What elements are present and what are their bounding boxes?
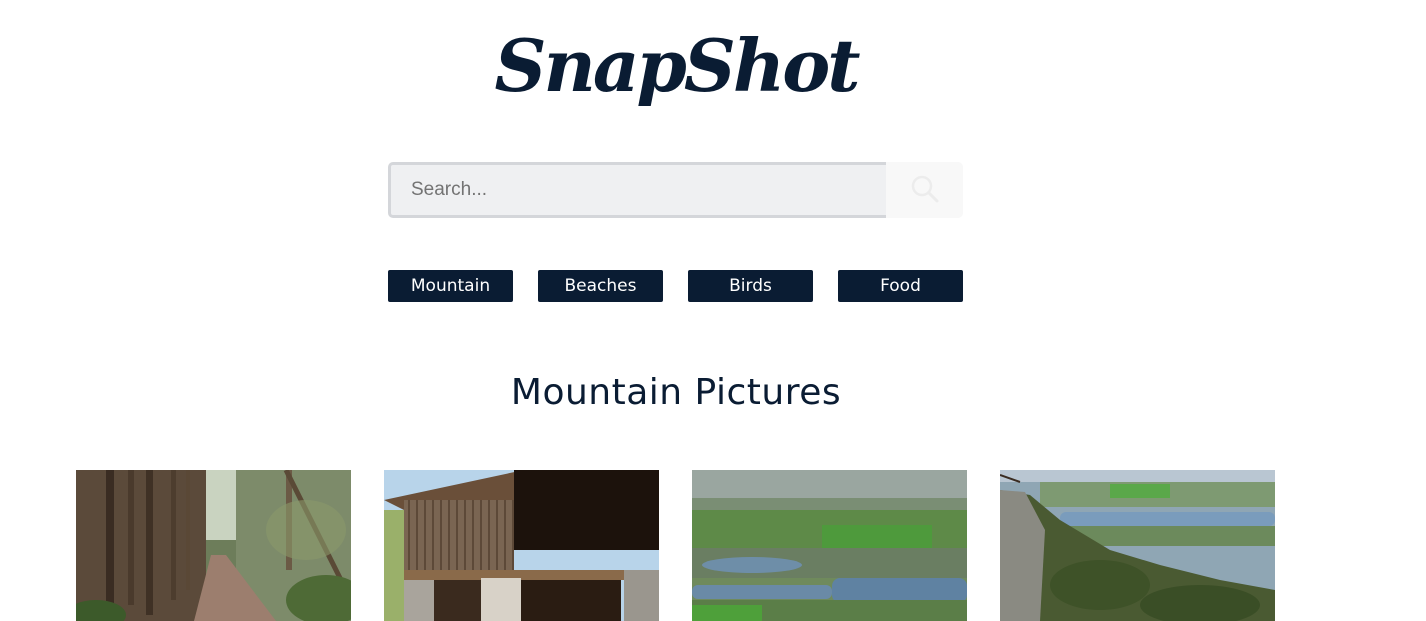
gallery-photo[interactable] bbox=[692, 470, 967, 621]
gallery-photo[interactable] bbox=[384, 470, 659, 621]
search-button[interactable] bbox=[886, 162, 963, 218]
search-input[interactable] bbox=[388, 162, 886, 218]
gallery-photo[interactable] bbox=[1000, 470, 1275, 621]
valley-lakes-image bbox=[692, 470, 967, 621]
wooden-barn-image bbox=[384, 470, 659, 621]
search-icon bbox=[910, 174, 940, 207]
search-bar bbox=[388, 162, 963, 218]
photo-gallery bbox=[76, 470, 1275, 621]
category-button-food[interactable]: Food bbox=[838, 270, 963, 302]
category-nav: Mountain Beaches Birds Food bbox=[388, 270, 963, 302]
cliff-valley-image bbox=[1000, 470, 1275, 621]
page-title: Mountain Pictures bbox=[510, 372, 842, 413]
category-button-mountain[interactable]: Mountain bbox=[388, 270, 513, 302]
gallery-photo[interactable] bbox=[76, 470, 351, 621]
category-button-beaches[interactable]: Beaches bbox=[538, 270, 663, 302]
logo: SnapShot bbox=[494, 23, 861, 108]
category-button-birds[interactable]: Birds bbox=[688, 270, 813, 302]
forest-trail-image bbox=[76, 470, 351, 621]
